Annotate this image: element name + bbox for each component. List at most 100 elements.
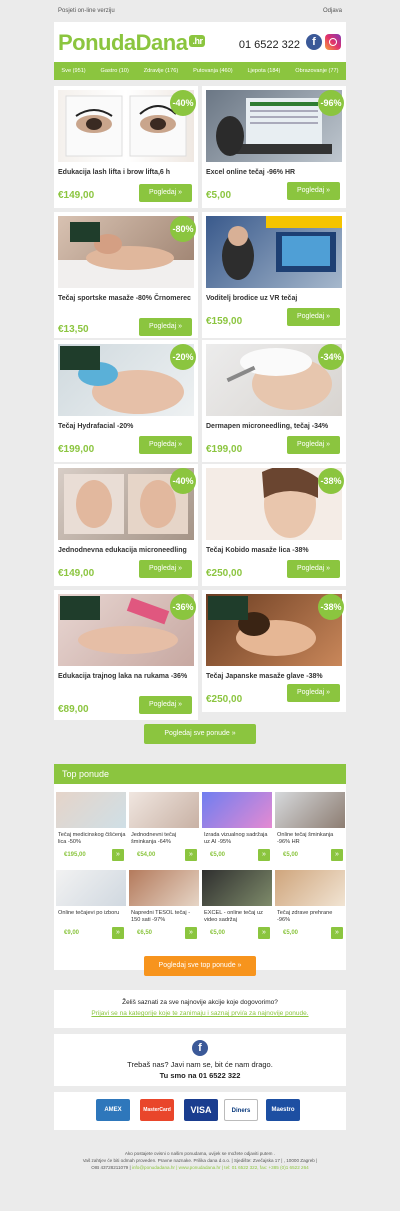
deal-title[interactable]: Tečaj Japanske masaže glave -38%: [206, 672, 342, 682]
top-offer-price: €54,00: [137, 852, 156, 858]
online-version-link[interactable]: Posjeti on-line verziju: [58, 8, 115, 14]
view-button[interactable]: Pogledaj »: [139, 318, 192, 336]
nav-item-health[interactable]: Zdravlje (176): [144, 68, 179, 74]
logo-badge: .hr: [189, 35, 206, 48]
top-offer-arrow-button[interactable]: »: [258, 849, 270, 861]
deal-title[interactable]: Jednodnevna edukacija microneedling: [58, 546, 194, 556]
view-button[interactable]: Pogledaj »: [287, 182, 340, 200]
top-offer-arrow-button[interactable]: »: [185, 849, 197, 861]
deal-price: €250,00: [206, 694, 243, 705]
top-offer-title[interactable]: EXCEL - online tečaj uz video sadržaj: [204, 910, 272, 924]
logo[interactable]: PonudaDana .hr: [58, 30, 206, 56]
top-offer-arrow-button[interactable]: »: [331, 927, 343, 939]
instagram-icon[interactable]: [325, 34, 341, 50]
deal-card[interactable]: -96% Excel online tečaj -96% HR €5,00 Po…: [202, 86, 346, 208]
facebook-icon[interactable]: f: [192, 1040, 208, 1056]
deal-card[interactable]: -40% Edukacija lash lifta i brow lifta,6…: [54, 86, 198, 208]
discount-badge: -38%: [318, 468, 344, 494]
deal-title[interactable]: Dermapen microneedling, tečaj -34%: [206, 422, 342, 432]
view-button[interactable]: Pogledaj »: [287, 560, 340, 578]
top-offer-title[interactable]: Napredni TESOL tečaj - 150 sati -97%: [131, 910, 199, 924]
signup-link[interactable]: Prijavi se na kategorije koje te zanimaj…: [54, 1010, 346, 1017]
deal-title[interactable]: Tečaj Hydrafacial -20%: [58, 422, 194, 432]
deal-title[interactable]: Edukacija trajnog laka na rukama -36%: [58, 672, 194, 682]
top-offer-arrow-button[interactable]: »: [258, 927, 270, 939]
footer-contact-links[interactable]: info@ponudadana.hr | www.ponudadana.hr |…: [132, 1165, 309, 1170]
top-offer-image: [275, 792, 345, 828]
deal-title[interactable]: Tečaj Kobido masaže lica -38%: [206, 546, 342, 556]
deal-image: [206, 216, 342, 288]
deal-card[interactable]: -38% Tečaj Japanske masaže glave -38% €2…: [202, 590, 346, 712]
top-offer-arrow-button[interactable]: »: [112, 927, 124, 939]
deal-title[interactable]: Voditelj brodice uz VR tečaj: [206, 294, 342, 304]
discount-badge: -38%: [318, 594, 344, 620]
view-button[interactable]: Pogledaj »: [139, 436, 192, 454]
deal-title[interactable]: Tečaj sportske masaže -80% Črnomerec: [58, 294, 194, 304]
top-offer-arrow-button[interactable]: »: [331, 849, 343, 861]
top-offer-price: €6,50: [137, 930, 153, 936]
top-offer-price: €9,00: [64, 930, 80, 936]
deal-card[interactable]: -20% Tečaj Hydrafacial -20% €199,00 Pogl…: [54, 340, 198, 462]
top-offer-price: €195,00: [64, 852, 86, 858]
footer: Ako postajete ovisni o našim ponudama, u…: [54, 1150, 346, 1171]
mastercard-icon: MasterCard: [140, 1099, 174, 1121]
top-offer-title[interactable]: Tečaj zdrave prehrane -96%: [277, 910, 345, 924]
deal-card[interactable]: -34% Dermapen microneedling, tečaj -34% …: [202, 340, 346, 462]
all-deals-button[interactable]: Pogledaj sve ponude »: [144, 724, 256, 744]
view-button[interactable]: Pogledaj »: [139, 184, 192, 202]
top-offer-price: €5,00: [210, 930, 226, 936]
top-offer-arrow-button[interactable]: »: [112, 849, 124, 861]
deal-price: €149,00: [58, 190, 95, 201]
top-offer-title[interactable]: Jednodnevni tečaj šminkanja -64%: [131, 832, 199, 846]
top-offer-title[interactable]: Izrada vizualnog sadržaja uz AI -95%: [204, 832, 272, 846]
discount-badge: -40%: [170, 468, 196, 494]
view-button[interactable]: Pogledaj »: [139, 560, 192, 578]
deal-card[interactable]: -36% Edukacija trajnog laka na rukama -3…: [54, 590, 198, 720]
discount-badge: -20%: [170, 344, 196, 370]
deal-title[interactable]: Edukacija lash lifta i brow lifta,6 h: [58, 168, 194, 178]
deal-price: €250,00: [206, 568, 243, 579]
top-offer-image: [56, 870, 126, 906]
top-offer-price: €5,00: [283, 930, 299, 936]
deal-card[interactable]: -38% Tečaj Kobido masaže lica -38% €250,…: [202, 464, 346, 586]
top-offers-heading: Top ponude: [54, 764, 346, 784]
nav-item-education[interactable]: Obrazovanje (77): [295, 68, 338, 74]
discount-badge: -96%: [318, 90, 344, 116]
logo-text: PonudaDana: [58, 30, 188, 55]
vr-boat-photo: [222, 216, 342, 280]
nav-item-all[interactable]: Sve (951): [61, 68, 85, 74]
view-button[interactable]: Pogledaj »: [287, 684, 340, 702]
amex-card-icon: AMEX: [96, 1099, 130, 1121]
deal-card[interactable]: -80% Tečaj sportske masaže -80% Črnomere…: [54, 212, 198, 338]
payment-cards: AMEX MasterCard VISA Diners Maestro: [54, 1092, 346, 1130]
footer-oib: OIB 43728211079 |: [91, 1165, 132, 1170]
discount-badge: -40%: [170, 90, 196, 116]
top-offer-price: €5,00: [283, 852, 299, 858]
signup-question: Želiš saznati za sve najnovije akcije ko…: [122, 999, 278, 1006]
all-top-offers-button[interactable]: Pogledaj sve top ponude »: [144, 956, 256, 976]
top-offer-title[interactable]: Online tečaj šminkanja -96% HR: [277, 832, 345, 846]
deal-price: €149,00: [58, 568, 95, 579]
top-offer-image: [129, 792, 199, 828]
top-offers-section: Top ponude Tečaj medicinskog čišćenja li…: [54, 764, 346, 970]
nav-item-gastro[interactable]: Gastro (10): [101, 68, 129, 74]
deal-card[interactable]: -40% Jednodnevna edukacija microneedling…: [54, 464, 198, 586]
footer-line: OIB 43728211079 | info@ponudadana.hr | w…: [54, 1164, 346, 1171]
top-offer-image: [202, 870, 272, 906]
view-button[interactable]: Pogledaj »: [287, 436, 340, 454]
facebook-icon[interactable]: f: [306, 34, 322, 50]
top-offer-arrow-button[interactable]: »: [185, 927, 197, 939]
deal-card[interactable]: Voditelj brodice uz VR tečaj €159,00 Pog…: [202, 212, 346, 338]
signup-box: Želiš saznati za sve najnovije akcije ko…: [54, 990, 346, 1028]
top-offer-title[interactable]: Tečaj medicinskog čišćenja lica -50%: [58, 832, 126, 846]
deal-title[interactable]: Excel online tečaj -96% HR: [206, 168, 342, 178]
nav-item-beauty[interactable]: Ljepota (184): [247, 68, 280, 74]
top-offer-title[interactable]: Online tečajevi po izboru: [58, 910, 126, 917]
view-button[interactable]: Pogledaj »: [287, 308, 340, 326]
logout-link[interactable]: Odjava: [323, 8, 342, 14]
contact-box: f Trebaš nas? Javi nam se, bit će nam dr…: [54, 1034, 346, 1086]
view-button[interactable]: Pogledaj »: [139, 696, 192, 714]
contact-phone-text: Tu smo na 01 6522 322: [159, 1071, 241, 1080]
nav-item-travel[interactable]: Putovanja (460): [193, 68, 233, 74]
footer-line: Ako postajete ovisni o našim ponudama, u…: [124, 1151, 276, 1156]
